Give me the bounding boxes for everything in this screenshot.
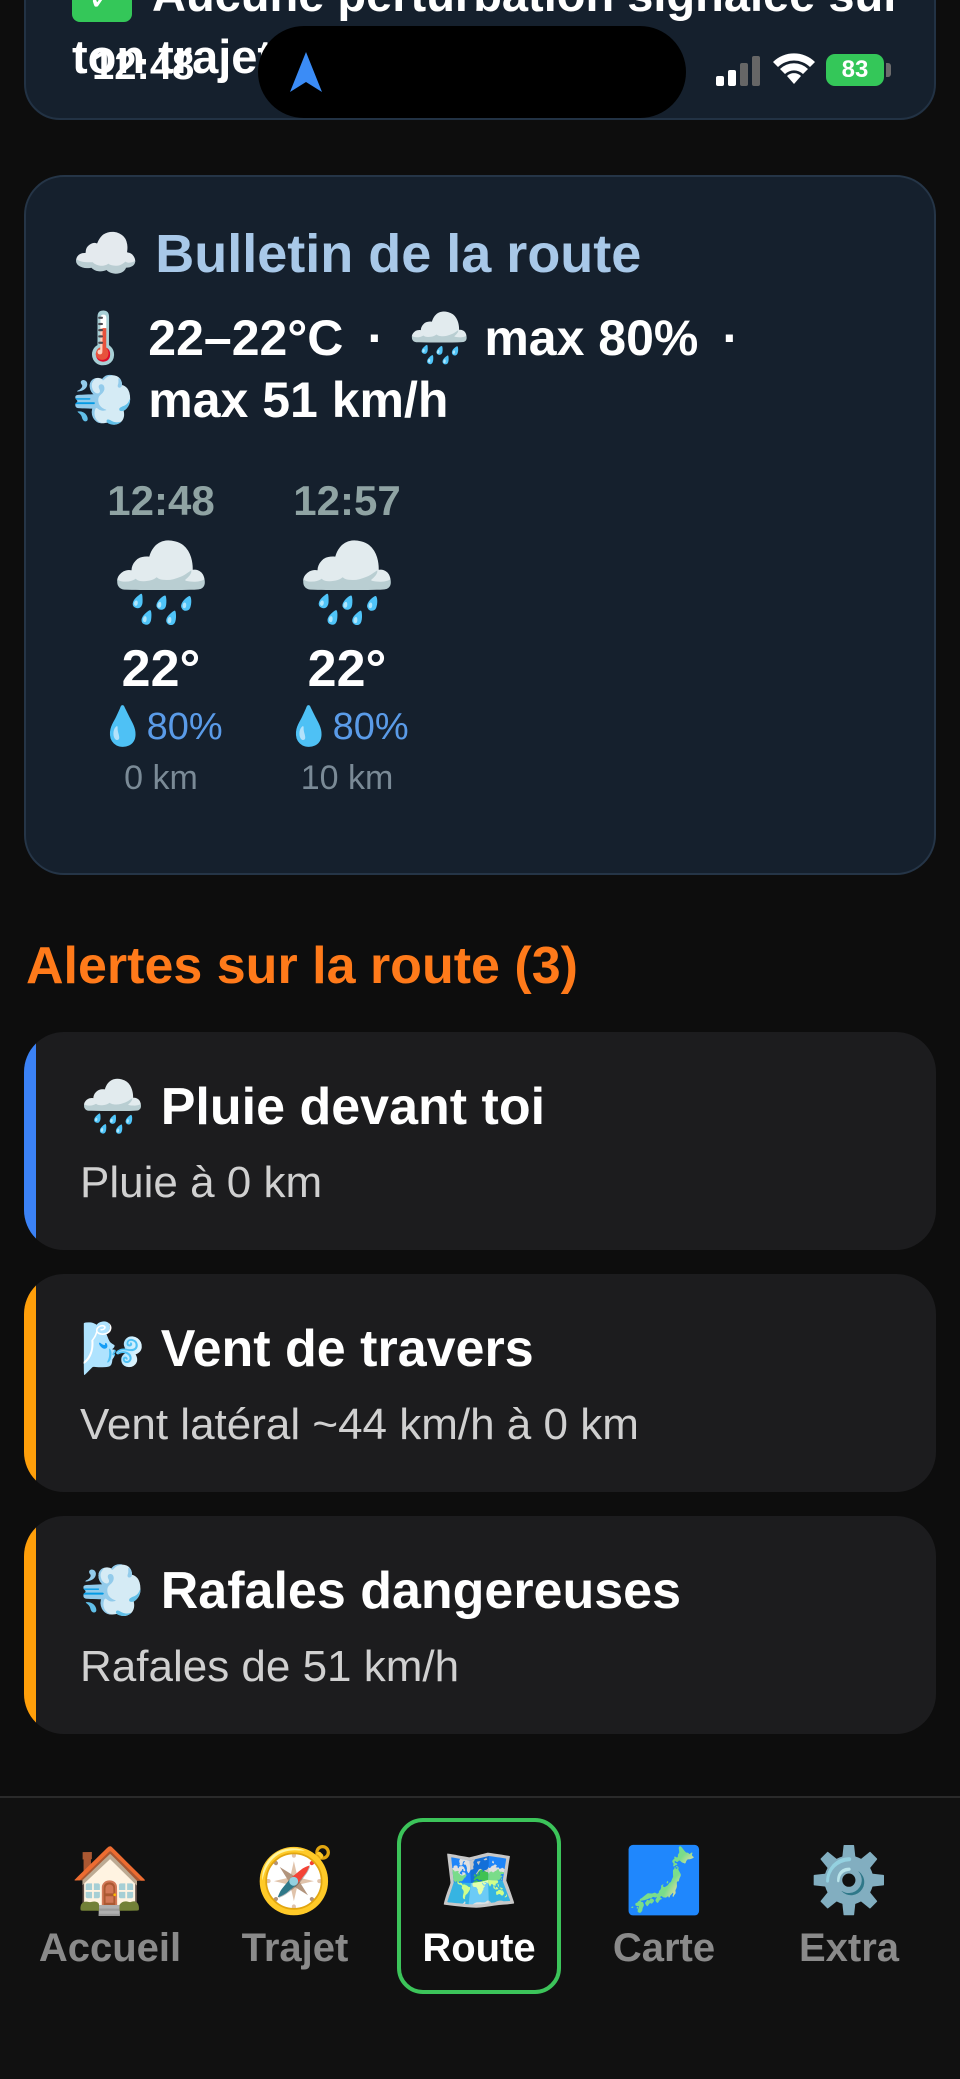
alert-rain[interactable]: 🌧️ Pluie devant toi Pluie à 0 km [24, 1032, 936, 1250]
wind-max: max 51 km/h [148, 372, 449, 428]
wind-icon: 💨 [72, 372, 135, 428]
alert-title: Vent de travers [160, 1320, 534, 1378]
forecast-time: 12:48 [107, 477, 215, 524]
compass-icon: 🧭 [255, 1844, 335, 1916]
droplet-icon: 💧 [285, 706, 333, 748]
forecast-time: 12:57 [293, 477, 401, 524]
map-icon: 🗺️ [439, 1844, 519, 1916]
status-time: 12:48 [92, 44, 195, 88]
check-icon: ✓ [72, 0, 132, 22]
alert-title: Rafales dangereuses [160, 1562, 682, 1620]
thermometer-icon: 🌡️ [72, 310, 135, 366]
location-arrow-icon [290, 52, 322, 92]
bulletin-title: Bulletin de la route [155, 224, 642, 284]
rain-cloud-icon: 🌧️ [297, 538, 397, 627]
tab-route[interactable]: 🗺️ Route [397, 1818, 561, 1994]
house-icon: 🏠 [70, 1844, 150, 1916]
rain-cloud-icon: 🌧️ [80, 1078, 145, 1136]
alert-accent-bar [24, 1274, 36, 1492]
tab-label: Trajet [241, 1926, 349, 1970]
rain-cloud-icon: 🌧️ [111, 538, 211, 627]
signal-icon [716, 56, 760, 86]
tab-label: Extra [798, 1926, 900, 1970]
alert-description: Vent latéral ~44 km/h à 0 km [80, 1400, 639, 1449]
alert-description: Pluie à 0 km [80, 1158, 323, 1207]
japan-map-icon: 🗾 [624, 1844, 704, 1916]
gear-icon: ⚙️ [809, 1844, 889, 1916]
forecast-rain: 80% [332, 706, 409, 748]
tab-label: Accueil [38, 1926, 182, 1970]
battery-indicator: 83 [826, 54, 884, 86]
forecast-temp: 22° [121, 640, 201, 698]
forecast-temp: 22° [307, 640, 387, 698]
alert-accent-bar [24, 1032, 36, 1250]
separator: · [367, 310, 385, 366]
tab-label: Route [422, 1926, 536, 1970]
alert-accent-bar [24, 1516, 36, 1734]
battery-tip [886, 63, 891, 77]
forecast-slot: 12:57 🌧️ 22° 💧80% 10 km [272, 477, 422, 798]
route-bulletin-card: ☁️ Bulletin de la route 🌡️ 22–22°C · 🌧️ max 8… [24, 175, 936, 875]
alert-gusts[interactable]: 💨 Rafales dangereuses Rafales de 51 km/h [24, 1516, 936, 1734]
alert-title: Pluie devant toi [160, 1078, 546, 1136]
rain-cloud-icon: 🌧️ [408, 310, 471, 366]
temp-range: 22–22°C [148, 310, 344, 366]
wind-face-icon: 🌬️ [80, 1320, 145, 1378]
tab-extra[interactable]: ⚙️ Extra [767, 1818, 931, 1994]
forecast-distance: 0 km [124, 759, 198, 797]
wind-icon: 💨 [80, 1562, 145, 1620]
tab-accueil[interactable]: 🏠 Accueil [28, 1818, 192, 1994]
forecast-rain: 80% [146, 706, 223, 748]
alert-description: Rafales de 51 km/h [80, 1642, 460, 1691]
tab-trajet[interactable]: 🧭 Trajet [213, 1818, 377, 1994]
tab-label: Carte [612, 1926, 716, 1970]
weather-summary: 🌡️ 22–22°C · 🌧️ max 80% · 💨 max 51 km/h [72, 307, 912, 431]
alert-crosswind[interactable]: 🌬️ Vent de travers Vent latéral ~44 km/h … [24, 1274, 936, 1492]
forecast-distance: 10 km [300, 759, 394, 797]
cloud-icon: ☁️ [72, 224, 140, 284]
tab-carte[interactable]: 🗾 Carte [582, 1818, 746, 1994]
forecast-slot: 12:48 🌧️ 22° 💧80% 0 km [86, 477, 236, 798]
tab-bar: 🏠 Accueil 🧭 Trajet 🗺️ Route 🗾 Carte ⚙️ E… [0, 1796, 960, 2079]
alerts-heading: Alertes sur la route (3) [26, 937, 578, 995]
droplet-icon: 💧 [99, 706, 147, 748]
rain-max: max 80% [484, 310, 699, 366]
wifi-icon [773, 53, 815, 84]
separator: · [722, 310, 740, 366]
